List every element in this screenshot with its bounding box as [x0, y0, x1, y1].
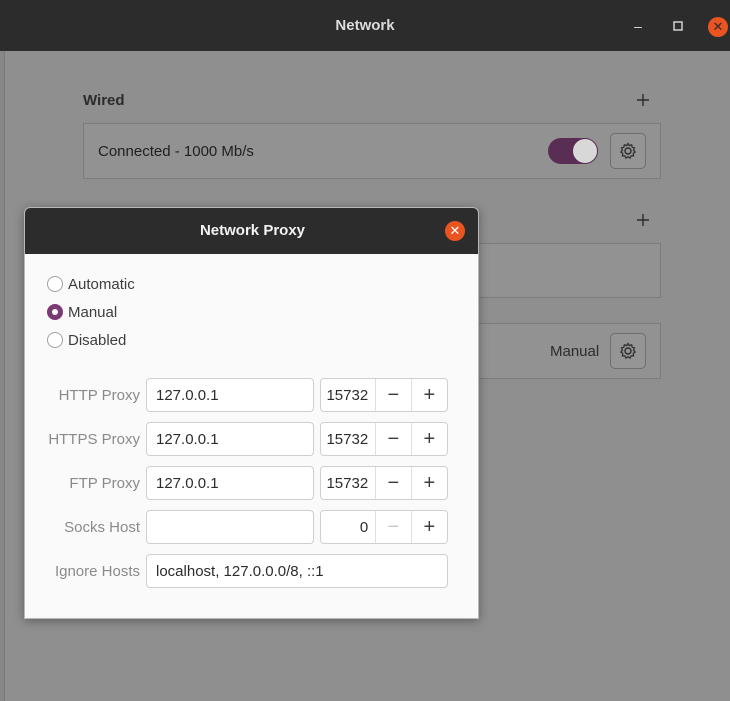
- minus-icon[interactable]: −: [376, 423, 412, 455]
- ignore-hosts-input[interactable]: localhost, 127.0.0.0/8, ::1: [146, 554, 448, 588]
- network-proxy-dialog: Network Proxy ✕ Automatic Manual Disable…: [24, 207, 479, 619]
- sidebar-edge: [0, 51, 5, 701]
- minus-icon[interactable]: −: [376, 379, 412, 411]
- radio-label: Automatic: [68, 275, 135, 293]
- radio-button[interactable]: [47, 332, 63, 348]
- radio-manual[interactable]: Manual: [47, 302, 117, 322]
- socks-host-label: Socks Host: [64, 519, 140, 536]
- radio-label: Disabled: [68, 331, 127, 349]
- wired-status: Connected - 1000 Mb/s: [98, 143, 254, 160]
- minimize-icon[interactable]: –: [629, 17, 647, 35]
- proxy-settings-button[interactable]: [610, 333, 646, 369]
- radio-label: Manual: [68, 303, 118, 321]
- https-proxy-port-spinner[interactable]: 15732 − +: [320, 422, 448, 456]
- ftp-proxy-host-input[interactable]: 127.0.0.1: [146, 466, 314, 500]
- gear-icon: [619, 342, 637, 360]
- minus-icon[interactable]: −: [376, 511, 412, 543]
- plus-icon[interactable]: +: [412, 423, 447, 455]
- http-proxy-host-input[interactable]: 127.0.0.1: [146, 378, 314, 412]
- dialog-header: Network Proxy ✕: [25, 208, 478, 254]
- add-wired-button[interactable]: [632, 89, 654, 111]
- dialog-title: Network Proxy: [199, 222, 306, 239]
- wired-section-title: Wired: [83, 92, 125, 109]
- close-icon[interactable]: ✕: [708, 17, 728, 37]
- window-titlebar: Network – ✕: [0, 0, 730, 51]
- https-proxy-label: HTTPS Proxy: [48, 431, 140, 448]
- wired-settings-button[interactable]: [610, 133, 646, 169]
- toggle-knob: [573, 139, 597, 163]
- ftp-proxy-port-spinner[interactable]: 15732 − +: [320, 466, 448, 500]
- minus-icon[interactable]: −: [376, 467, 412, 499]
- https-proxy-host-input[interactable]: 127.0.0.1: [146, 422, 314, 456]
- add-vpn-button[interactable]: [632, 209, 654, 231]
- plus-icon: [637, 214, 649, 226]
- https-proxy-port-value[interactable]: 15732: [321, 423, 377, 455]
- radio-button[interactable]: [47, 276, 63, 292]
- ftp-proxy-port-value[interactable]: 15732: [321, 467, 377, 499]
- radio-disabled[interactable]: Disabled: [47, 330, 126, 350]
- radio-automatic[interactable]: Automatic: [47, 274, 135, 294]
- radio-button[interactable]: [47, 304, 63, 320]
- plus-icon: [637, 94, 649, 106]
- plus-icon[interactable]: +: [412, 379, 447, 411]
- socks-port-value[interactable]: 0: [321, 511, 377, 543]
- window-title: Network: [335, 17, 395, 34]
- http-proxy-label: HTTP Proxy: [58, 387, 140, 404]
- wired-toggle[interactable]: [548, 138, 598, 164]
- close-icon[interactable]: ✕: [445, 221, 465, 241]
- ftp-proxy-label: FTP Proxy: [69, 475, 140, 492]
- gear-icon: [619, 142, 637, 160]
- socks-host-input[interactable]: [146, 510, 314, 544]
- http-proxy-port-spinner[interactable]: 15732 − +: [320, 378, 448, 412]
- plus-icon[interactable]: +: [412, 511, 447, 543]
- plus-icon[interactable]: +: [412, 467, 447, 499]
- socks-port-spinner[interactable]: 0 − +: [320, 510, 448, 544]
- http-proxy-port-value[interactable]: 15732: [321, 379, 377, 411]
- proxy-status: Manual: [550, 343, 600, 360]
- maximize-icon[interactable]: [669, 17, 687, 35]
- ignore-hosts-label: Ignore Hosts: [54, 563, 140, 580]
- wired-connection-card: Connected - 1000 Mb/s: [83, 123, 661, 179]
